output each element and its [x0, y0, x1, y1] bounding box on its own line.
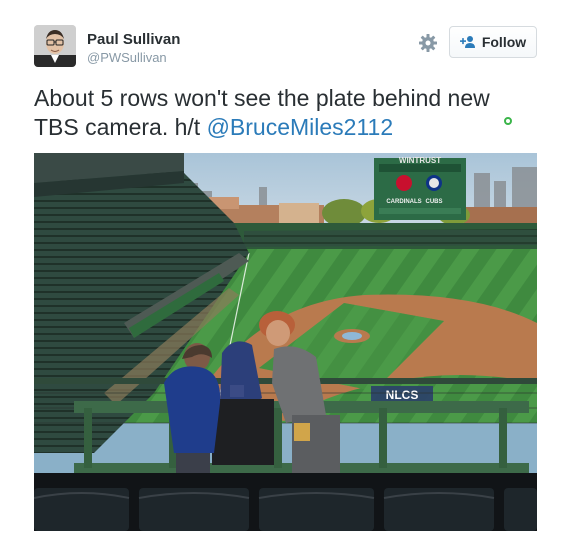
scoreboard-sponsor: WINTRUST — [399, 156, 441, 165]
author-block[interactable]: Paul Sullivan @PWSullivan — [87, 31, 180, 66]
avatar-image — [34, 25, 76, 67]
add-user-icon — [459, 35, 476, 49]
gear-icon[interactable] — [418, 33, 438, 53]
tweet-card: Paul Sullivan @PWSullivan Follow About 5… — [0, 0, 572, 543]
author-handle[interactable]: @PWSullivan — [87, 50, 180, 66]
mention-link[interactable]: @BruceMiles2112 — [207, 114, 394, 140]
scoreboard-team-left: CARDINALS — [386, 199, 421, 205]
geo-indicator-icon — [504, 117, 512, 125]
avatar[interactable] — [34, 25, 76, 67]
author-name[interactable]: Paul Sullivan — [87, 31, 180, 49]
follow-button[interactable]: Follow — [449, 26, 537, 58]
stadium-photo: WINTRUST CARDINALS CUBS NLCS — [34, 153, 537, 531]
follow-label: Follow — [481, 34, 527, 50]
tweet-photo[interactable]: WINTRUST CARDINALS CUBS NLCS — [34, 153, 537, 531]
scoreboard-team-right: CUBS — [425, 199, 442, 205]
tweet-text: About 5 rows won't see the plate behind … — [34, 84, 504, 142]
nlcs-field-logo: NLCS — [386, 388, 419, 402]
